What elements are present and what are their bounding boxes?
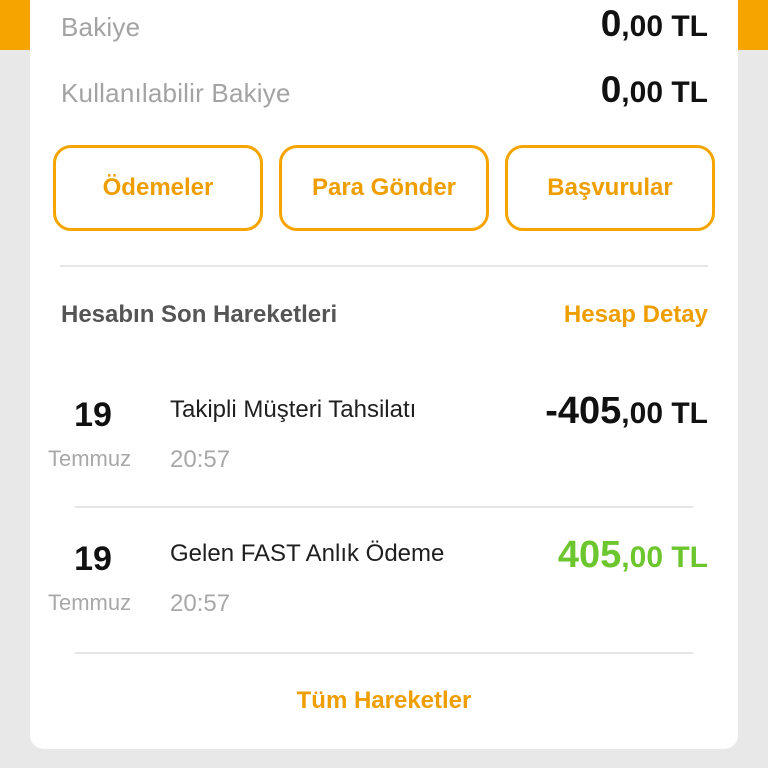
transaction-title: Takipli Müşteri Tahsilatı <box>170 396 417 423</box>
send-money-button[interactable]: Para Gönder <box>279 145 489 231</box>
transaction-day: 19 <box>74 540 112 578</box>
transaction-amount-fraction: ,00 TL <box>621 541 708 574</box>
transaction-amount: -405,00 TL <box>545 390 708 433</box>
balance-amount-fraction: ,00 TL <box>621 10 708 43</box>
transaction-row[interactable]: 19 Temmuz Takipli Müşteri Tahsilatı 20:5… <box>30 390 738 516</box>
transaction-divider <box>75 652 693 654</box>
transaction-row[interactable]: 19 Temmuz Gelen FAST Anlık Ödeme 20:57 4… <box>30 534 738 660</box>
account-card: Bakiye 0,00 TL Kullanılabilir Bakiye 0,0… <box>30 0 738 749</box>
transaction-divider <box>75 506 693 508</box>
balance-amount-integer: 0 <box>600 3 622 44</box>
transaction-amount: 405,00 TL <box>558 534 708 577</box>
transaction-day: 19 <box>74 396 112 434</box>
balance-label: Bakiye <box>61 12 141 42</box>
transaction-time: 20:57 <box>170 590 231 617</box>
transaction-amount-integer: -405 <box>545 390 622 432</box>
transaction-amount-integer: 405 <box>557 534 622 576</box>
transaction-amount-fraction: ,00 TL <box>621 397 708 430</box>
all-transactions-link[interactable]: Tüm Hareketler <box>30 687 738 715</box>
quick-actions: Ödemeler Para Gönder Başvurular <box>53 145 715 235</box>
applications-button[interactable]: Başvurular <box>505 145 715 231</box>
section-divider <box>60 265 708 267</box>
transaction-title: Gelen FAST Anlık Ödeme <box>170 540 445 567</box>
recent-transactions-title: Hesabın Son Hareketleri <box>61 301 338 328</box>
available-balance-integer: 0 <box>600 69 622 110</box>
account-detail-link[interactable]: Hesap Detay <box>564 301 708 329</box>
balance-row: Bakiye 0,00 TL <box>61 3 708 54</box>
available-balance-fraction: ,00 TL <box>621 76 708 109</box>
balance-amount: 0,00 TL <box>601 3 708 45</box>
available-balance-label: Kullanılabilir Bakiye <box>61 78 291 108</box>
transaction-month: Temmuz <box>48 590 132 615</box>
transaction-time: 20:57 <box>170 446 231 473</box>
payments-button[interactable]: Ödemeler <box>53 145 263 231</box>
transaction-month: Temmuz <box>48 446 132 471</box>
available-balance-amount: 0,00 TL <box>601 69 708 111</box>
available-balance-row: Kullanılabilir Bakiye 0,00 TL <box>61 69 708 120</box>
